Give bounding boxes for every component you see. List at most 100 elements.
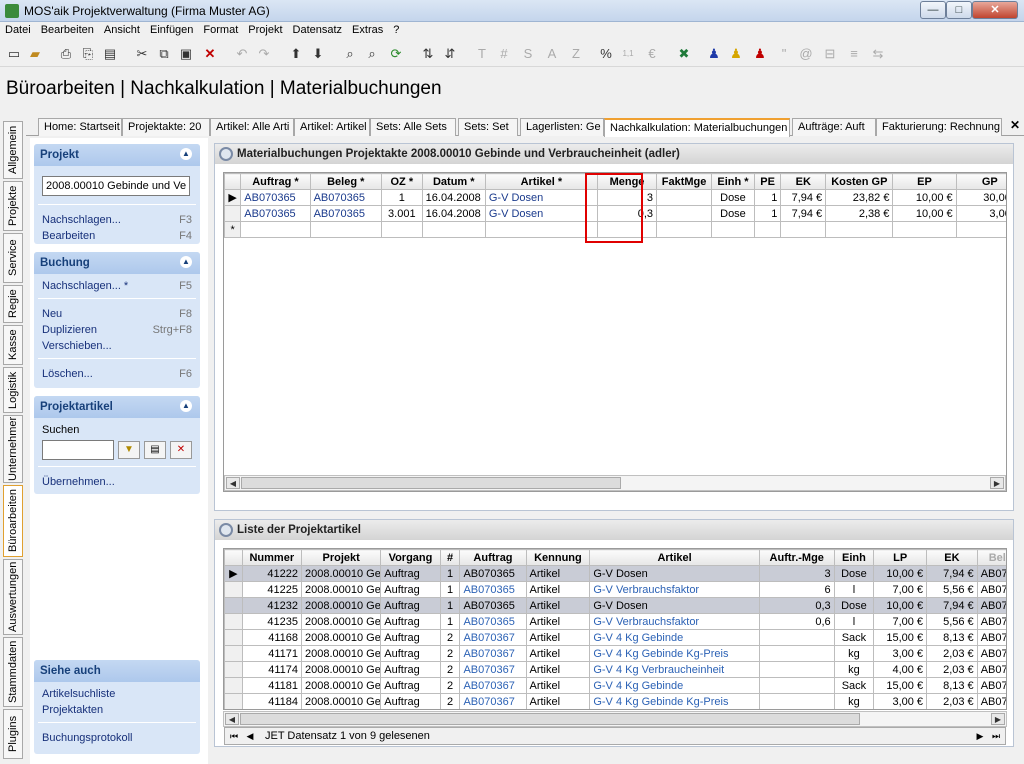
cell-projekt[interactable]: 2008.00010 Gebinde (301, 629, 382, 646)
buchungsprotokoll-link[interactable]: Buchungsprotokoll (42, 732, 133, 744)
cell-einh[interactable]: kg (833, 693, 875, 709)
col-artikel[interactable]: Artikel (589, 549, 760, 566)
cell-auftr-mge[interactable]: 6 (758, 581, 835, 598)
tab-projektakte[interactable]: Projektakte: 20 (122, 118, 210, 136)
projekt-input[interactable] (42, 176, 190, 196)
tab-sets-alle[interactable]: Sets: Alle Sets (370, 118, 456, 136)
cell-auftrag[interactable]: AB070365 (240, 189, 311, 206)
table-row[interactable]: 411842008.00010 GebindeAuftrag2AB070367A… (224, 693, 1006, 709)
cell-ek[interactable]: 7,94 € (926, 565, 978, 582)
cell-projekt[interactable]: 2008.00010 Gebinde (301, 597, 382, 614)
cell-nr[interactable]: 2 (439, 661, 461, 678)
sort-asc-icon[interactable]: ⇅ (420, 46, 436, 62)
cell-beleg[interactable]: AB070 (976, 661, 1006, 678)
col-einh[interactable]: Einh (833, 549, 875, 566)
cell-nummer[interactable]: 41232 (241, 597, 303, 614)
cell-kosten-gp[interactable]: 23,82 € (825, 189, 894, 206)
next-record-icon[interactable]: ▶ (973, 729, 987, 743)
tab-home[interactable]: Home: Startseit (38, 118, 122, 136)
cell-nummer[interactable]: 41184 (241, 693, 303, 709)
col-gp[interactable]: GP (955, 173, 1006, 190)
cell-vorgang[interactable]: Auftrag (380, 661, 441, 678)
cell-ek[interactable]: 2,03 € (926, 661, 978, 678)
col-beleg[interactable]: Beleg * (309, 173, 382, 190)
arrow-down-icon[interactable]: ⬇ (310, 46, 326, 62)
cell-oz[interactable]: 3.001 (380, 205, 423, 222)
user-red-icon[interactable]: ♟ (752, 46, 768, 62)
cell-pe[interactable]: 1 (753, 205, 782, 222)
lines-icon[interactable]: ≡ (846, 46, 862, 62)
table-row[interactable]: 412352008.00010 GebindeAuftrag1AB070365A… (224, 613, 1006, 630)
tab-auftraege[interactable]: Aufträge: Auft (792, 118, 876, 136)
cell-kennung[interactable]: Artikel (525, 597, 591, 614)
menu-datensatz[interactable]: Datensatz (288, 22, 348, 36)
table-row[interactable]: 411682008.00010 GebindeAuftrag2AB070367A… (224, 629, 1006, 646)
vtab-allgemein[interactable]: Allgemein (3, 121, 23, 179)
cell-kennung[interactable]: Artikel (525, 677, 591, 694)
last-record-icon[interactable]: ⏭ (989, 729, 1003, 743)
cell-projekt[interactable]: 2008.00010 Gebinde (301, 661, 382, 678)
col-oz[interactable]: OZ * (380, 173, 423, 190)
cell-faktmge[interactable] (656, 205, 713, 222)
menu-extras[interactable]: Extras (347, 22, 388, 36)
cell-beleg[interactable]: AB070365 (309, 189, 382, 206)
cell-artikel[interactable]: G-V 4 Kg Gebinde (589, 677, 760, 694)
cell-nummer[interactable]: 41174 (241, 661, 303, 678)
buchung-loeschen-link[interactable]: Löschen... (42, 368, 93, 380)
buchung-nachschlagen-link[interactable]: Nachschlagen... * (42, 280, 128, 292)
cell-ek[interactable]: 5,56 € (926, 613, 978, 630)
cell-einh[interactable]: Dose (711, 205, 755, 222)
cell-nr[interactable]: 2 (439, 645, 461, 662)
currency-icon[interactable]: € (644, 46, 660, 62)
cell-vorgang[interactable]: Auftrag (380, 693, 441, 709)
col-lp[interactable]: LP (873, 549, 928, 566)
buchung-duplizieren-link[interactable]: Duplizieren (42, 324, 97, 336)
menu-einfuegen[interactable]: Einfügen (145, 22, 198, 36)
cell-lp[interactable]: 10,00 € (873, 565, 928, 582)
cell-projekt[interactable]: 2008.00010 Gebinde (301, 581, 382, 598)
z-format-icon[interactable]: Z (568, 46, 584, 62)
scroll-left-icon[interactable]: ◀ (225, 713, 239, 725)
cell-nr[interactable]: 2 (439, 629, 461, 646)
text-format-icon[interactable]: T (474, 46, 490, 62)
print-icon[interactable]: ⎙ (58, 46, 74, 62)
cell-datum[interactable]: 16.04.2008 (421, 205, 486, 222)
col-nr[interactable]: # (439, 549, 461, 566)
scroll-left-icon[interactable]: ◀ (226, 477, 240, 489)
cell-projekt[interactable]: 2008.00010 Gebinde (301, 645, 382, 662)
sort-desc-icon[interactable]: ⇵ (442, 46, 458, 62)
clear-filter-icon[interactable]: ✕ (170, 441, 192, 459)
col-ek[interactable]: EK (926, 549, 978, 566)
vtab-service[interactable]: Service (3, 233, 23, 283)
cell-pe[interactable]: 1 (753, 189, 782, 206)
link-icon[interactable]: ⇆ (870, 46, 886, 62)
table-row[interactable]: ▶412222008.00010 GebindeAuftrag1AB070365… (224, 565, 1006, 582)
col-artikel[interactable]: Artikel * (484, 173, 598, 190)
paste-icon[interactable]: ▣ (178, 46, 194, 62)
cell-artikel[interactable]: G-V Dosen (484, 189, 598, 206)
cell-auftr-mge[interactable]: 0,3 (758, 597, 835, 614)
cell-gp[interactable]: 3,00 € (955, 205, 1006, 222)
cell-nr[interactable]: 2 (439, 677, 461, 694)
cell-beleg[interactable]: AB070 (976, 613, 1006, 630)
refresh-icon[interactable]: ⟳ (388, 46, 404, 62)
delete-icon[interactable]: ✕ (202, 46, 218, 62)
arrow-up-icon[interactable]: ⬆ (288, 46, 304, 62)
cell-einh[interactable]: Sack (833, 629, 875, 646)
cell-auftrag[interactable]: AB070367 (459, 693, 527, 709)
cell-kennung[interactable]: Artikel (525, 581, 591, 598)
new-icon[interactable]: ▭ (6, 46, 22, 62)
cell-lp[interactable]: 4,00 € (873, 661, 928, 678)
cell-vorgang[interactable]: Auftrag (380, 581, 441, 598)
cell-artikel[interactable]: G-V Dosen (589, 565, 760, 582)
col-pe[interactable]: PE (753, 173, 782, 190)
cell-nr[interactable]: 1 (439, 565, 461, 582)
cell-einh[interactable]: Dose (833, 597, 875, 614)
collapse-icon[interactable]: ▲ (180, 148, 192, 160)
group-siehe-auch-header[interactable]: Siehe auch (34, 660, 200, 682)
menu-bearbeiten[interactable]: Bearbeiten (36, 22, 99, 36)
col-faktmge[interactable]: FaktMge (656, 173, 713, 190)
tab-fakturierung[interactable]: Fakturierung: Rechnung (876, 118, 1002, 136)
filter-list-icon[interactable]: ▤ (144, 441, 166, 459)
cell-beleg[interactable]: AB070 (976, 581, 1006, 598)
